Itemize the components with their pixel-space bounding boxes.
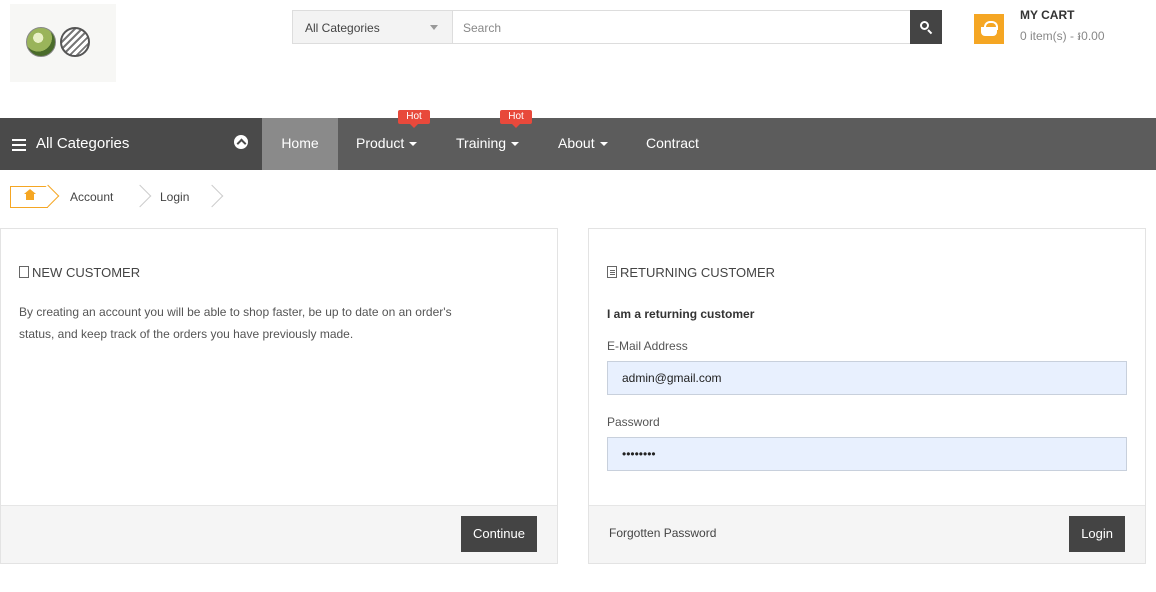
continue-button[interactable]: Continue <box>460 516 537 552</box>
caret-down-icon <box>599 142 608 147</box>
nav-label: Home <box>281 135 319 151</box>
new-customer-panel: NEW CUSTOMER By creating an account you … <box>0 228 558 564</box>
panel-footer: Continue <box>1 505 557 563</box>
new-customer-text: By creating an account you will be able … <box>19 301 452 345</box>
breadcrumb-separator <box>128 184 152 208</box>
caret-down-icon <box>409 142 418 147</box>
search-bar: All Categories Search <box>292 10 942 44</box>
panel-footer: Forgotten Password Login <box>589 505 1145 563</box>
password-field[interactable]: •••••••• <box>607 437 1127 471</box>
forgotten-password-link[interactable]: Forgotten Password <box>609 526 716 540</box>
file-text-icon <box>607 266 617 278</box>
basket-icon <box>974 14 1004 44</box>
breadcrumb-account[interactable]: Account <box>70 186 113 208</box>
logo-emblem-left <box>26 27 56 57</box>
login-button[interactable]: Login <box>1069 516 1125 552</box>
chevron-up-icon[interactable] <box>234 135 248 149</box>
all-categories-menu[interactable]: All Categories <box>0 118 262 170</box>
returning-customer-subtitle: I am a returning customer <box>607 307 755 321</box>
new-customer-text-line-2: status, and keep track of the orders you… <box>19 327 354 341</box>
nav-label: Product <box>356 135 405 151</box>
cart-summary: 0 item(s) - ៛0.00 <box>1020 29 1105 43</box>
file-icon <box>19 266 29 278</box>
nav-label: Training <box>456 135 507 151</box>
search-category-select[interactable]: All Categories <box>293 11 453 43</box>
search-category-label: All Categories <box>305 21 380 35</box>
returning-customer-heading: RETURNING CUSTOMER <box>607 265 775 280</box>
search-icon <box>920 21 933 35</box>
breadcrumb-separator <box>200 184 224 208</box>
new-customer-text-line-1: By creating an account you will be able … <box>19 305 452 319</box>
nav-item-contract[interactable]: Contract <box>646 118 716 170</box>
returning-customer-panel: RETURNING CUSTOMER I am a returning cust… <box>588 228 1146 564</box>
nav-item-home[interactable]: Home <box>262 118 338 170</box>
search-input[interactable]: Search <box>463 21 501 35</box>
breadcrumb-login[interactable]: Login <box>160 186 189 208</box>
home-icon <box>24 189 36 200</box>
hamburger-icon <box>12 139 26 141</box>
hot-badge: Hot <box>398 110 430 128</box>
site-logo[interactable] <box>10 4 116 82</box>
caret-down-icon <box>511 142 520 147</box>
mini-cart[interactable]: MY CART 0 item(s) - ៛0.00 <box>974 8 1154 46</box>
cart-title: MY CART <box>1020 8 1075 22</box>
returning-customer-title: RETURNING CUSTOMER <box>620 265 776 280</box>
nav-label: About <box>558 135 595 151</box>
caret-down-icon <box>430 25 438 30</box>
main-nav: All Categories Home Hot Product Hot Trai… <box>0 110 1156 170</box>
nav-item-training[interactable]: Hot Training <box>456 110 540 170</box>
hot-badge: Hot <box>500 110 532 128</box>
nav-item-about[interactable]: About <box>558 118 618 170</box>
logo-emblem-right <box>60 27 90 57</box>
email-label: E-Mail Address <box>607 339 688 353</box>
new-customer-title: NEW CUSTOMER <box>32 265 141 280</box>
nav-item-product[interactable]: Hot Product <box>356 110 440 170</box>
nav-label: Contract <box>646 135 699 151</box>
email-field[interactable]: admin@gmail.com <box>607 361 1127 395</box>
password-label: Password <box>607 415 660 429</box>
all-categories-label: All Categories <box>36 135 130 152</box>
new-customer-heading: NEW CUSTOMER <box>19 265 140 280</box>
search-button[interactable] <box>910 10 942 44</box>
